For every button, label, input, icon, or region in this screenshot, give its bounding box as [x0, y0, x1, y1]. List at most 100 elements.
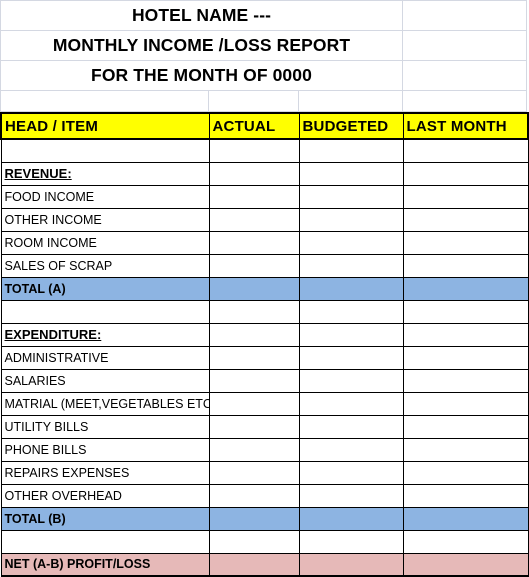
cell-last-month[interactable]: [402, 368, 529, 393]
title-row-2: MONTHLY INCOME /LOSS REPORT: [1, 31, 526, 61]
cell-budgeted[interactable]: [298, 460, 404, 485]
report-title-line-2[interactable]: MONTHLY INCOME /LOSS REPORT: [1, 31, 403, 60]
cell-last-month[interactable]: [402, 414, 529, 439]
cell-actual[interactable]: [208, 391, 300, 416]
cell-actual[interactable]: [208, 230, 300, 255]
title-row-3: FOR THE MONTH OF 0000: [1, 61, 526, 91]
cell-actual[interactable]: [208, 299, 300, 324]
title-side-cell-2[interactable]: [403, 31, 526, 60]
cell-last-month[interactable]: [402, 529, 529, 554]
column-header-last-month[interactable]: LAST MONTH: [402, 112, 529, 140]
cell-budgeted[interactable]: [298, 414, 404, 439]
cell-actual[interactable]: [208, 483, 300, 508]
cell-head-item[interactable]: TOTAL (A): [0, 276, 210, 301]
cell-budgeted[interactable]: [298, 322, 404, 347]
title-side-cell-3[interactable]: [403, 61, 526, 90]
cell-last-month[interactable]: [402, 437, 529, 462]
cell-budgeted[interactable]: [298, 161, 404, 186]
table-row: ADMINISTRATIVE: [0, 345, 529, 370]
cell-budgeted[interactable]: [298, 529, 404, 554]
cell-actual[interactable]: [208, 437, 300, 462]
cell-last-month[interactable]: [402, 391, 529, 416]
cell-head-item[interactable]: ADMINISTRATIVE: [0, 345, 210, 370]
cell-last-month[interactable]: [402, 299, 529, 324]
cell-actual[interactable]: [208, 414, 300, 439]
table-row: FOOD INCOME: [0, 184, 529, 209]
cell-actual[interactable]: [208, 207, 300, 232]
cell-head-item[interactable]: TOTAL (B): [0, 506, 210, 531]
cell-budgeted[interactable]: [298, 368, 404, 393]
cell-actual[interactable]: [208, 368, 300, 393]
cell-head-item[interactable]: ROOM INCOME: [0, 230, 210, 255]
cell-head-item[interactable]: [0, 299, 210, 324]
cell-last-month[interactable]: [402, 483, 529, 508]
cell-last-month[interactable]: [402, 138, 529, 163]
cell-head-item[interactable]: REVENUE:: [0, 161, 210, 186]
spreadsheet-report: HOTEL NAME --- MONTHLY INCOME /LOSS REPO…: [0, 0, 529, 577]
column-header-actual[interactable]: ACTUAL: [208, 112, 300, 140]
cell-actual[interactable]: [208, 276, 300, 301]
cell-actual[interactable]: [208, 345, 300, 370]
cell-head-item[interactable]: SALES OF SCRAP: [0, 253, 210, 278]
cell-actual[interactable]: [208, 529, 300, 554]
cell-budgeted[interactable]: [298, 253, 404, 278]
cell-last-month[interactable]: [402, 345, 529, 370]
cell-actual[interactable]: [208, 322, 300, 347]
cell-last-month[interactable]: [402, 253, 529, 278]
cell-budgeted[interactable]: [298, 184, 404, 209]
table-row: PHONE BILLS: [0, 437, 529, 462]
cell-budgeted[interactable]: [298, 345, 404, 370]
report-title-line-3[interactable]: FOR THE MONTH OF 0000: [1, 61, 403, 90]
cell-last-month[interactable]: [402, 552, 529, 577]
cell-head-item[interactable]: OTHER OVERHEAD: [0, 483, 210, 508]
cell-budgeted[interactable]: [298, 138, 404, 163]
cell-last-month[interactable]: [402, 506, 529, 531]
cell-last-month[interactable]: [402, 230, 529, 255]
cell-last-month[interactable]: [402, 460, 529, 485]
cell-head-item[interactable]: [0, 529, 210, 554]
report-title-line-1[interactable]: HOTEL NAME ---: [1, 1, 403, 30]
cell-last-month[interactable]: [402, 322, 529, 347]
cell-budgeted[interactable]: [298, 483, 404, 508]
table-body: REVENUE: FOOD INCOME OTHER INCOME ROOM INCO…: [0, 138, 529, 577]
cell-head-item[interactable]: NET (A-B) PROFIT/LOSS: [0, 552, 210, 577]
column-header-head-item[interactable]: HEAD / ITEM: [0, 112, 210, 140]
spacer-cell-budgeted[interactable]: [299, 90, 403, 111]
cell-last-month[interactable]: [402, 161, 529, 186]
cell-head-item[interactable]: [0, 138, 210, 163]
spacer-cell-last-month[interactable]: [403, 90, 526, 111]
cell-budgeted[interactable]: [298, 230, 404, 255]
cell-head-item[interactable]: MATRIAL (MEET,VEGETABLES ETC): [0, 391, 210, 416]
cell-head-item[interactable]: PHONE BILLS: [0, 437, 210, 462]
cell-budgeted[interactable]: [298, 552, 404, 577]
table-row: [0, 529, 529, 554]
cell-actual[interactable]: [208, 138, 300, 163]
cell-last-month[interactable]: [402, 276, 529, 301]
cell-budgeted[interactable]: [298, 506, 404, 531]
cell-budgeted[interactable]: [298, 207, 404, 232]
cell-last-month[interactable]: [402, 207, 529, 232]
title-side-cell-1[interactable]: [403, 1, 526, 30]
column-header-budgeted[interactable]: BUDGETED: [298, 112, 404, 140]
table-row: TOTAL (B): [0, 506, 529, 531]
cell-budgeted[interactable]: [298, 437, 404, 462]
cell-head-item[interactable]: OTHER INCOME: [0, 207, 210, 232]
cell-actual[interactable]: [208, 161, 300, 186]
cell-head-item[interactable]: REPAIRS EXPENSES: [0, 460, 210, 485]
spacer-cell-item[interactable]: [1, 90, 209, 111]
cell-budgeted[interactable]: [298, 391, 404, 416]
cell-head-item[interactable]: SALARIES: [0, 368, 210, 393]
cell-head-item[interactable]: FOOD INCOME: [0, 184, 210, 209]
cell-budgeted[interactable]: [298, 276, 404, 301]
cell-actual[interactable]: [208, 253, 300, 278]
title-row-1: HOTEL NAME ---: [1, 1, 526, 31]
cell-budgeted[interactable]: [298, 299, 404, 324]
cell-head-item[interactable]: UTILITY BILLS: [0, 414, 210, 439]
cell-actual[interactable]: [208, 506, 300, 531]
cell-head-item[interactable]: EXPENDITURE:: [0, 322, 210, 347]
cell-last-month[interactable]: [402, 184, 529, 209]
cell-actual[interactable]: [208, 184, 300, 209]
cell-actual[interactable]: [208, 460, 300, 485]
spacer-cell-actual[interactable]: [209, 90, 299, 111]
cell-actual[interactable]: [208, 552, 300, 577]
